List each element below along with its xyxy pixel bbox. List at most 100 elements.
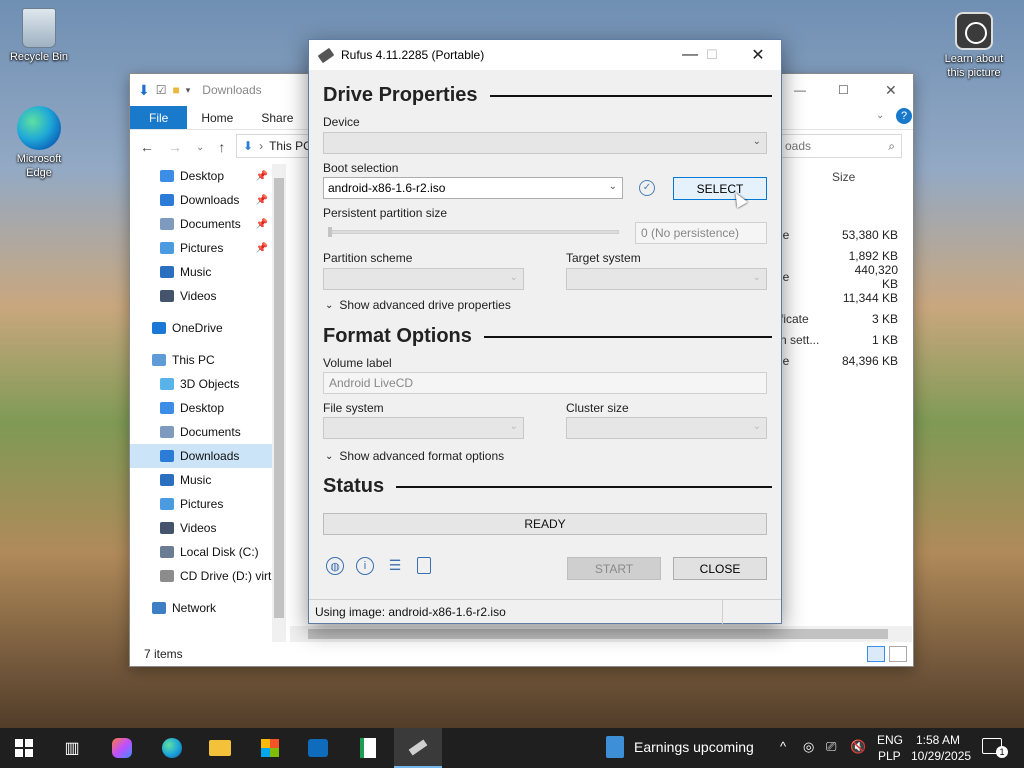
list-item[interactable]: le 440,320 KB <box>780 263 914 291</box>
maximize-icon[interactable]: ☐ <box>838 83 849 97</box>
nav-item[interactable]: Pictures <box>130 492 272 516</box>
nav-item-label: Music <box>180 265 212 279</box>
explorer-status-bar: 7 items <box>130 642 913 666</box>
nav-item[interactable]: Desktop 📌 <box>130 164 272 188</box>
store-icon[interactable] <box>258 736 282 760</box>
list-item[interactable]: n sett... 1 KB <box>780 329 914 350</box>
list-item[interactable]: ficate 3 KB <box>780 308 914 329</box>
tab-home[interactable]: Home <box>187 106 247 129</box>
edge-browser-icon[interactable] <box>160 736 184 760</box>
select-button[interactable]: SELECT <box>673 177 767 200</box>
expand-ribbon-icon[interactable]: ⌄ <box>876 110 884 121</box>
target-system-dropdown[interactable]: ⌄ <box>566 268 767 290</box>
nav-item[interactable]: Videos <box>130 284 272 308</box>
minimize-icon[interactable]: — <box>794 83 806 97</box>
list-item[interactable]: 11,344 KB <box>780 287 914 308</box>
nav-item[interactable]: OneDrive <box>130 316 272 340</box>
copilot-icon[interactable] <box>110 736 134 760</box>
nav-item[interactable]: Local Disk (C:) <box>130 540 272 564</box>
start-button[interactable]: START <box>567 557 661 580</box>
search-box[interactable]: oads ⌕ <box>780 134 902 158</box>
list-item[interactable]: le 84,396 KB <box>780 350 914 371</box>
nav-item-label: Documents <box>180 217 241 231</box>
search-input[interactable]: oads <box>785 139 811 153</box>
nav-item[interactable]: Downloads 📌 <box>130 188 272 212</box>
file-system-dropdown[interactable]: ⌄ <box>323 417 524 439</box>
file-size: 3 KB <box>871 311 898 326</box>
pin-icon: 📌 <box>255 194 268 206</box>
nav-item[interactable]: This PC <box>130 348 272 372</box>
persistence-slider[interactable] <box>328 227 619 237</box>
column-header-size[interactable]: Size <box>832 170 855 184</box>
h-scroll-thumb[interactable] <box>308 629 888 639</box>
folder-icon[interactable]: ■ <box>173 83 180 97</box>
nav-item[interactable]: Videos <box>130 516 272 540</box>
nav-item[interactable]: Downloads <box>130 444 272 468</box>
nav-item[interactable]: Network <box>130 596 272 620</box>
nav-item[interactable]: 3D Objects <box>130 372 272 396</box>
edge-shortcut[interactable]: Microsoft Edge <box>1 106 77 180</box>
nav-item[interactable]: Documents 📌 <box>130 212 272 236</box>
help-icon[interactable]: ? <box>896 108 912 124</box>
partition-scheme-dropdown[interactable]: ⌄ <box>323 268 524 290</box>
nav-item-label: Documents <box>180 425 241 439</box>
nav-item[interactable]: CD Drive (D:) virt <box>130 564 272 588</box>
breadcrumb[interactable]: This PC <box>269 139 312 153</box>
tab-share[interactable]: Share <box>247 106 307 129</box>
learn-about-picture-shortcut[interactable]: Learn about this picture <box>936 12 1012 80</box>
volume-muted-icon[interactable]: 🔇 <box>850 739 866 755</box>
verify-checkmark-icon[interactable]: ✓ <box>639 180 655 196</box>
dropdown-icon[interactable]: ▾ <box>186 85 191 96</box>
cluster-size-dropdown[interactable]: ⌄ <box>566 417 767 439</box>
nav-item[interactable]: Desktop <box>130 396 272 420</box>
horizontal-scrollbar[interactable] <box>290 626 912 642</box>
language-eng[interactable]: ENG <box>877 733 903 747</box>
show-advanced-drive-toggle[interactable]: ⌄ Show advanced drive properties <box>325 298 511 312</box>
device-dropdown[interactable]: ⌄ <box>323 132 767 154</box>
checkbox-icon[interactable]: ☑ <box>156 83 167 97</box>
slider-thumb[interactable] <box>328 227 332 237</box>
forward-icon[interactable]: → <box>168 139 182 155</box>
back-icon[interactable]: ← <box>140 139 154 155</box>
nav-scrollbar[interactable] <box>272 164 286 642</box>
outlook-icon[interactable] <box>306 736 330 760</box>
tab-file[interactable]: File <box>130 106 188 129</box>
close-icon[interactable]: ✕ <box>885 82 897 99</box>
news-widget[interactable]: Earnings upcoming <box>606 736 754 758</box>
nav-item[interactable]: Pictures 📌 <box>130 236 272 260</box>
recycle-bin-shortcut[interactable]: Recycle Bin <box>1 8 77 64</box>
info-icon[interactable]: i <box>356 557 374 575</box>
start-windows-icon[interactable] <box>12 736 36 760</box>
log-icon[interactable] <box>417 557 431 574</box>
details-view-icon[interactable] <box>867 646 885 662</box>
close-button[interactable]: CLOSE <box>673 557 767 580</box>
meet-now-icon[interactable]: ◎ <box>803 739 814 755</box>
boot-selection-dropdown[interactable]: android-x86-1.6-r2.iso ⌄ <box>323 177 623 199</box>
file-type: le <box>780 269 790 284</box>
navigation-pane: Desktop 📌 Downloads 📌 Documents 📌 Pictures 📌 Mus… <box>130 164 272 642</box>
nav-scroll-thumb[interactable] <box>274 178 284 618</box>
show-advanced-format-toggle[interactable]: ⌄ Show advanced format options <box>325 449 504 463</box>
nav-item[interactable]: Music <box>130 468 272 492</box>
large-icons-view-icon[interactable] <box>889 646 907 662</box>
nav-item[interactable]: Documents <box>130 420 272 444</box>
clock-date[interactable]: 10/29/2025 <box>911 749 971 763</box>
clock-time[interactable]: 1:58 AM <box>916 733 960 747</box>
network-icon[interactable]: ⎚ <box>826 739 836 755</box>
file-explorer-icon[interactable] <box>208 736 232 760</box>
chevron-up-icon[interactable]: ^ <box>780 739 786 754</box>
down-arrow-icon[interactable]: ⬇ <box>138 82 150 99</box>
up-icon[interactable]: ↑ <box>218 139 225 155</box>
settings-sliders-icon[interactable]: ☰ <box>386 557 404 575</box>
rufus-taskbar-icon[interactable] <box>394 728 442 768</box>
nav-item-label: Downloads <box>180 193 240 207</box>
nav-item[interactable]: Music <box>130 260 272 284</box>
green-app-icon[interactable] <box>356 736 380 760</box>
folder-icon <box>160 290 174 302</box>
close-icon[interactable]: ✕ <box>735 40 781 70</box>
recent-icon[interactable]: ⌄ <box>196 142 204 153</box>
task-view-icon[interactable]: ▥ <box>60 736 84 760</box>
language-plp[interactable]: PLP <box>878 749 901 763</box>
globe-icon[interactable]: ◍ <box>326 557 344 575</box>
list-item[interactable]: le 53,380 KB <box>780 224 914 245</box>
